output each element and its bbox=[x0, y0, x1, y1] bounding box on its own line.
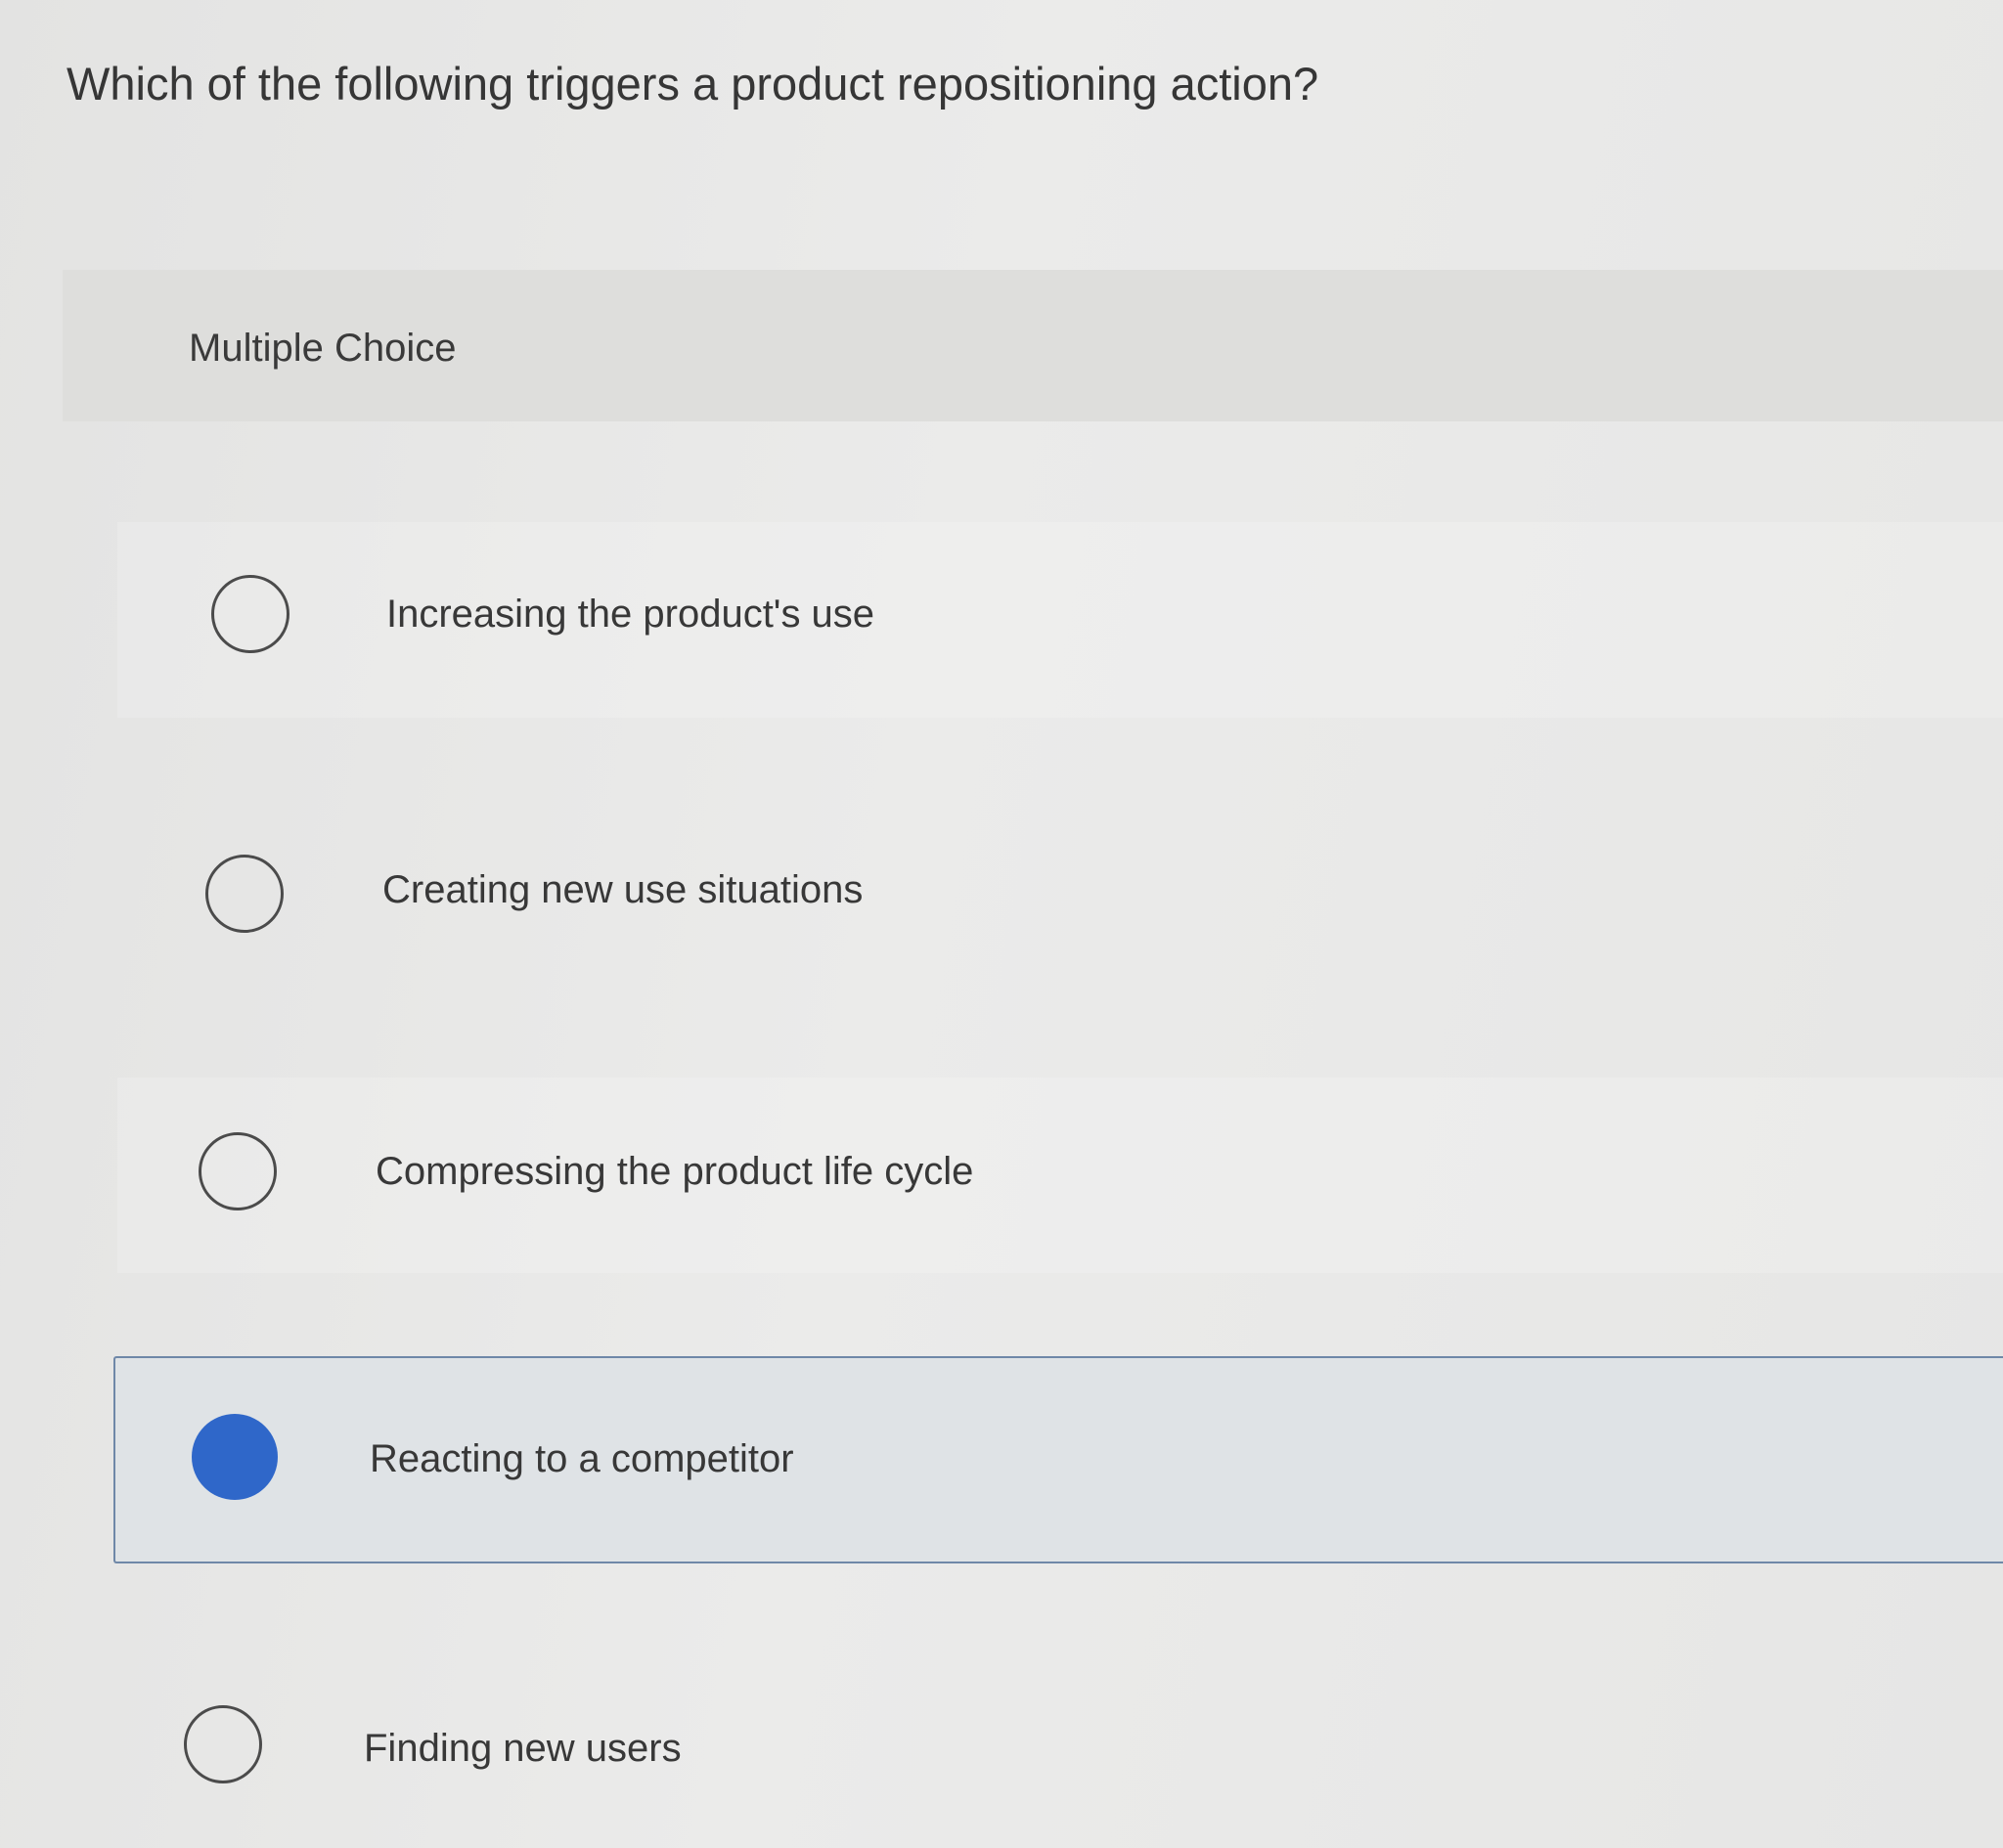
answer-option-1[interactable]: Increasing the product's use bbox=[117, 522, 2003, 718]
answer-options: Increasing the product's use Creating ne… bbox=[0, 0, 2003, 1848]
answer-option-4[interactable]: Reacting to a competitor bbox=[113, 1356, 2003, 1563]
answer-option-label: Compressing the product life cycle bbox=[376, 1150, 974, 1193]
radio-button-selected-icon[interactable] bbox=[192, 1414, 278, 1500]
radio-button-empty-icon[interactable] bbox=[184, 1705, 262, 1783]
answer-option-label: Increasing the product's use bbox=[386, 593, 875, 636]
answer-option-label: Finding new users bbox=[364, 1727, 682, 1770]
answer-option-3[interactable]: Compressing the product life cycle bbox=[117, 1078, 2003, 1273]
radio-button-empty-icon[interactable] bbox=[211, 575, 289, 653]
answer-option-5[interactable]: Finding new users bbox=[117, 1650, 2003, 1846]
answer-option-label: Reacting to a competitor bbox=[370, 1437, 794, 1480]
radio-button-empty-icon[interactable] bbox=[205, 855, 284, 933]
answer-option-label: Creating new use situations bbox=[382, 868, 864, 911]
answer-option-2[interactable]: Creating new use situations bbox=[117, 798, 2003, 993]
radio-button-empty-icon[interactable] bbox=[199, 1132, 277, 1210]
